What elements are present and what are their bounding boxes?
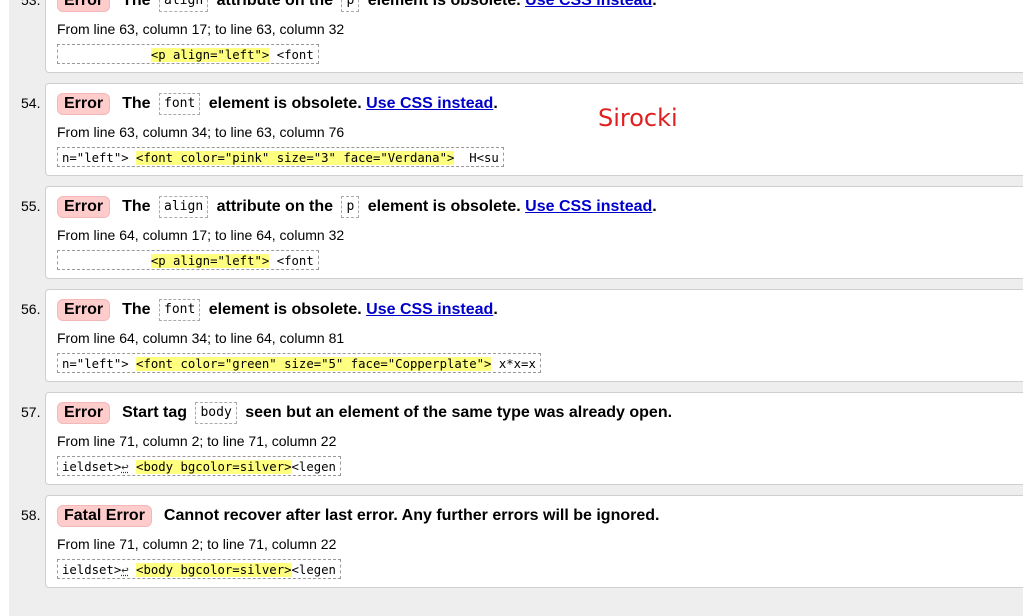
use-css-link[interactable]: Use CSS instead: [525, 0, 652, 10]
message-location: From line 64, column 17; to line 64, col…: [57, 227, 345, 243]
highlighted-code: <p align="left">: [150, 254, 270, 268]
code-keyword: p: [341, 0, 360, 12]
code-text: <font: [269, 48, 314, 62]
message-title: Error The font element is obsolete. Use C…: [57, 93, 498, 115]
message-item: 53. Error The align attribute on the p ele…: [0, 0, 1023, 73]
message-number: 54.: [21, 95, 41, 111]
message-text: .: [493, 301, 498, 318]
message-card: Error Start tag body seen but an element …: [45, 392, 1023, 485]
message-card: Error The font element is obsolete. Use C…: [45, 83, 1023, 176]
message-list: 53. Error The align attribute on the p ele…: [0, 0, 1023, 598]
code-keyword: body: [195, 402, 237, 424]
message-location: From line 63, column 34; to line 63, col…: [57, 124, 345, 140]
message-card: Error The align attribute on the p elemen…: [45, 186, 1023, 279]
message-title: Error Start tag body seen but an element …: [57, 402, 672, 424]
message-item: 54. Error The font element is obsolete. Us…: [0, 83, 1023, 176]
message-card: Error The align attribute on the p elemen…: [45, 0, 1023, 73]
code-text: H<su: [454, 151, 499, 165]
message-item: 57. Error Start tag body seen but an eleme…: [0, 392, 1023, 485]
error-badge: Error: [57, 402, 111, 424]
code-text: x*x=x: [491, 357, 536, 371]
code-extract: ieldset>↩ <body bgcolor=silver><legen: [57, 456, 341, 476]
watermark-text: Sirocki: [598, 104, 678, 132]
return-icon: ↩: [121, 460, 129, 474]
return-icon: ↩: [121, 563, 129, 577]
message-text: Start tag: [122, 404, 192, 421]
code-text: <legen: [291, 563, 336, 577]
message-text: Cannot recover after last error. Any fur…: [163, 507, 660, 524]
message-text: element is obsolete.: [204, 95, 367, 112]
message-text: attribute on the: [212, 0, 338, 9]
error-badge: Error: [57, 0, 111, 12]
message-number: 58.: [21, 507, 41, 523]
code-extract: <p align="left"> <font: [57, 44, 319, 64]
message-text: .: [493, 95, 498, 112]
highlighted-code: <font color="pink" size="3" face="Verdan…: [136, 151, 455, 165]
code-keyword: p: [341, 196, 360, 218]
message-title: Fatal Error Cannot recover after last err…: [57, 505, 659, 527]
code-text: <font: [269, 254, 314, 268]
message-text: The: [122, 0, 156, 9]
message-item: 55. Error The align attribute on the p ele…: [0, 186, 1023, 279]
code-keyword: align: [159, 0, 209, 12]
code-extract: n="left"> <font color="pink" size="3" fa…: [57, 147, 504, 167]
code-keyword: font: [159, 299, 201, 321]
use-css-link[interactable]: Use CSS instead: [525, 198, 652, 216]
code-text: <legen: [291, 460, 336, 474]
message-card: Fatal Error Cannot recover after last err…: [45, 495, 1023, 588]
message-number: 57.: [21, 404, 41, 420]
message-location: From line 71, column 2; to line 71, colu…: [57, 536, 337, 552]
message-title: Error The font element is obsolete. Use C…: [57, 299, 498, 321]
error-badge: Error: [57, 196, 111, 218]
code-text: ieldset>: [62, 563, 122, 577]
message-text: seen but an element of the same type was…: [240, 404, 673, 421]
code-extract: n="left"> <font color="green" size="5" f…: [57, 353, 541, 373]
fatal-error-badge: Fatal Error: [57, 505, 152, 527]
code-text: n="left">: [62, 151, 137, 165]
message-item: 58. Fatal Error Cannot recover after last …: [0, 495, 1023, 588]
code-extract: <p align="left"> <font: [57, 250, 319, 270]
message-number: 56.: [21, 301, 41, 317]
message-text: The: [122, 198, 156, 215]
message-card: Error The font element is obsolete. Use C…: [45, 289, 1023, 382]
message-text: The: [122, 95, 156, 112]
message-title: Error The align attribute on the p elemen…: [57, 196, 657, 218]
code-keyword: align: [159, 196, 209, 218]
message-item: 56. Error The font element is obsolete. Us…: [0, 289, 1023, 382]
message-text: element is obsolete.: [363, 0, 526, 9]
error-badge: Error: [57, 299, 111, 321]
highlighted-code: <font color="green" size="5" face="Coppe…: [136, 357, 492, 371]
highlighted-code: <body bgcolor=silver>: [136, 460, 292, 474]
message-text: element is obsolete.: [204, 301, 367, 318]
message-number: 55.: [21, 198, 41, 214]
use-css-link[interactable]: Use CSS instead: [366, 301, 493, 319]
message-title: Error The align attribute on the p elemen…: [57, 0, 657, 12]
error-badge: Error: [57, 93, 111, 115]
message-location: From line 63, column 17; to line 63, col…: [57, 21, 345, 37]
message-text: attribute on the: [212, 198, 338, 215]
code-text: ieldset>: [62, 460, 122, 474]
message-number: 53.: [21, 0, 41, 8]
message-text: .: [652, 198, 657, 215]
highlighted-code: <body bgcolor=silver>: [136, 563, 292, 577]
highlighted-code: <p align="left">: [150, 48, 270, 62]
message-text: element is obsolete.: [363, 198, 526, 215]
code-text: n="left">: [62, 357, 137, 371]
use-css-link[interactable]: Use CSS instead: [366, 95, 493, 113]
message-text: .: [652, 0, 657, 9]
message-text: The: [122, 301, 156, 318]
code-keyword: font: [159, 93, 201, 115]
message-location: From line 64, column 34; to line 64, col…: [57, 330, 345, 346]
message-location: From line 71, column 2; to line 71, colu…: [57, 433, 337, 449]
code-extract: ieldset>↩ <body bgcolor=silver><legen: [57, 559, 341, 579]
